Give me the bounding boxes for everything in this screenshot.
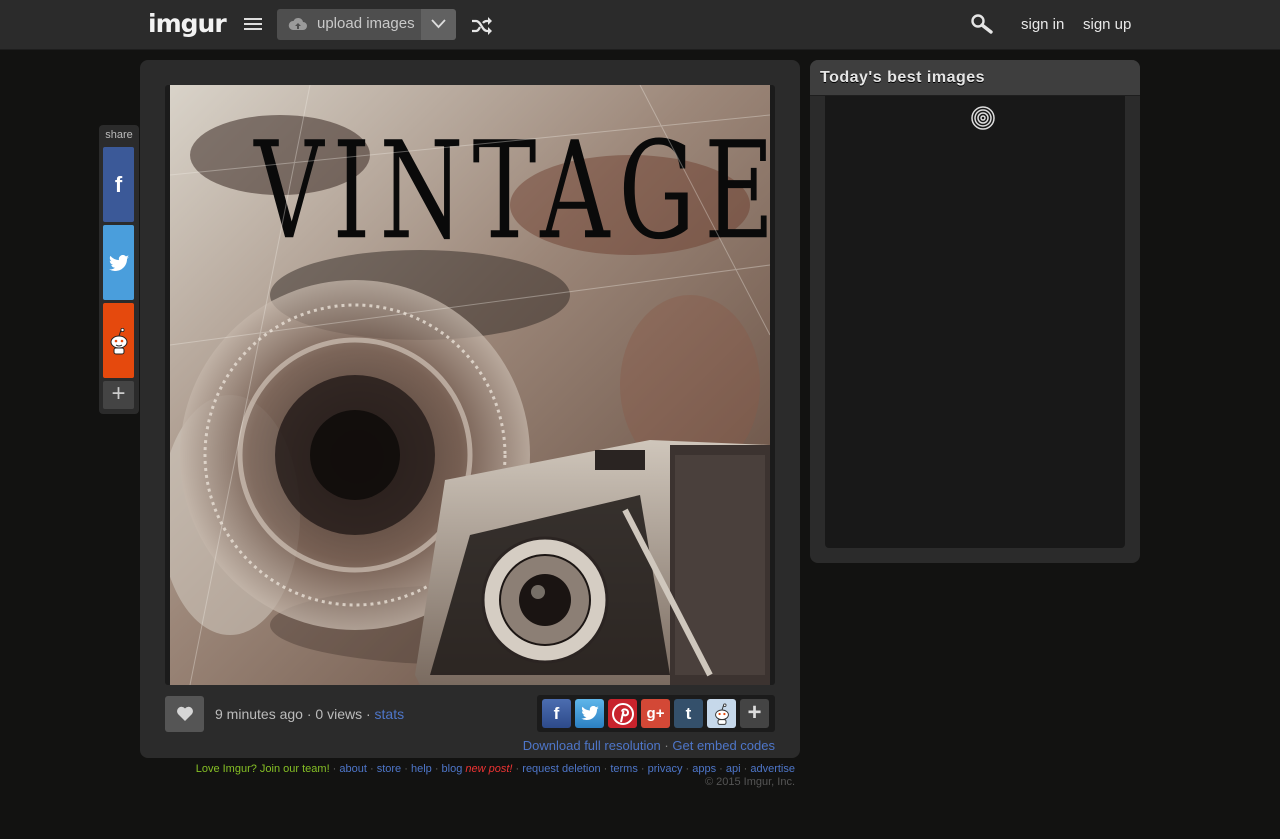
- twitter-bird-icon: [108, 254, 129, 271]
- sign-up-link[interactable]: sign up: [1083, 16, 1131, 33]
- reddit-alien-icon: [714, 703, 729, 725]
- footer-request-deletion-link[interactable]: request deletion: [522, 763, 600, 775]
- menu-icon[interactable]: [244, 18, 262, 32]
- twitter-bird-icon: [580, 705, 599, 721]
- stats-link[interactable]: stats: [375, 706, 405, 722]
- vintage-camera-image[interactable]: VINTAGE: [170, 85, 770, 685]
- share-facebook-button[interactable]: f: [103, 147, 134, 222]
- share-sidebar: share f +: [99, 125, 139, 414]
- image-panel: VINTAGE 9 minutes ago · 0 views · stats …: [140, 60, 800, 758]
- share-title: share: [105, 129, 133, 141]
- image-frame: VINTAGE: [165, 85, 775, 685]
- view-count: 0 views: [315, 706, 363, 722]
- best-images-list: [825, 96, 1125, 548]
- imgur-logo[interactable]: imgur: [148, 10, 227, 38]
- footer-privacy-link[interactable]: privacy: [648, 763, 683, 775]
- upload-images-label: upload images: [317, 15, 415, 32]
- download-full-resolution-link[interactable]: Download full resolution: [523, 738, 661, 753]
- upload-dropdown-button[interactable]: [421, 9, 456, 40]
- sign-in-link[interactable]: sign in: [1021, 16, 1064, 33]
- footer-advertise-link[interactable]: advertise: [750, 763, 795, 775]
- share-facebook-icon[interactable]: f: [542, 699, 571, 728]
- chevron-down-icon: [431, 19, 446, 29]
- copyright: © 2015 Imgur, Inc.: [704, 776, 795, 788]
- join-team-link[interactable]: Love Imgur? Join our team!: [196, 763, 330, 775]
- time-ago: 9 minutes ago: [215, 706, 303, 722]
- get-embed-codes-link[interactable]: Get embed codes: [672, 738, 775, 753]
- social-share-row: f g+ t +: [537, 695, 775, 732]
- share-reddit-button[interactable]: [103, 303, 134, 378]
- facebook-icon: f: [114, 171, 123, 197]
- share-twitter-icon[interactable]: [575, 699, 604, 728]
- share-google-plus-icon[interactable]: g+: [641, 699, 670, 728]
- upload-images-button[interactable]: upload images: [277, 9, 421, 40]
- download-links: Download full resolution · Get embed cod…: [523, 738, 775, 753]
- share-twitter-button[interactable]: [103, 225, 134, 300]
- best-images-header: Today's best images: [810, 60, 1140, 96]
- share-tumblr-icon[interactable]: t: [674, 699, 703, 728]
- footer-store-link[interactable]: store: [377, 763, 401, 775]
- footer-blog-link[interactable]: blog: [442, 763, 463, 775]
- new-post-badge: new post!: [465, 763, 513, 775]
- footer-api-link[interactable]: api: [726, 763, 741, 775]
- heart-icon: [177, 706, 193, 721]
- image-meta: 9 minutes ago · 0 views · stats: [215, 706, 404, 722]
- footer-about-link[interactable]: about: [339, 763, 367, 775]
- cloud-upload-icon: [288, 17, 307, 30]
- pinterest-icon: [611, 702, 634, 725]
- favorite-button[interactable]: [165, 696, 204, 732]
- camera-illustration: [415, 440, 770, 685]
- loading-spinner-icon: [971, 106, 995, 130]
- search-icon[interactable]: [971, 14, 993, 34]
- best-images-title: Today's best images: [820, 69, 986, 86]
- share-more-icon[interactable]: +: [740, 699, 769, 728]
- footer-apps-link[interactable]: apps: [692, 763, 716, 775]
- footer-terms-link[interactable]: terms: [610, 763, 638, 775]
- image-headline: VINTAGE: [253, 113, 770, 270]
- best-images-panel: Today's best images: [810, 60, 1140, 563]
- footer-help-link[interactable]: help: [411, 763, 432, 775]
- reddit-alien-icon: [110, 327, 127, 354]
- share-more-button[interactable]: +: [103, 381, 134, 409]
- top-bar: imgur upload images sign in sign up: [0, 0, 1280, 50]
- share-reddit-icon[interactable]: [707, 699, 736, 728]
- meta-separator: ·: [365, 706, 375, 722]
- footer-links: Love Imgur? Join our team! · about · sto…: [195, 763, 795, 775]
- share-pinterest-icon[interactable]: [608, 699, 637, 728]
- shuffle-icon[interactable]: [471, 17, 493, 35]
